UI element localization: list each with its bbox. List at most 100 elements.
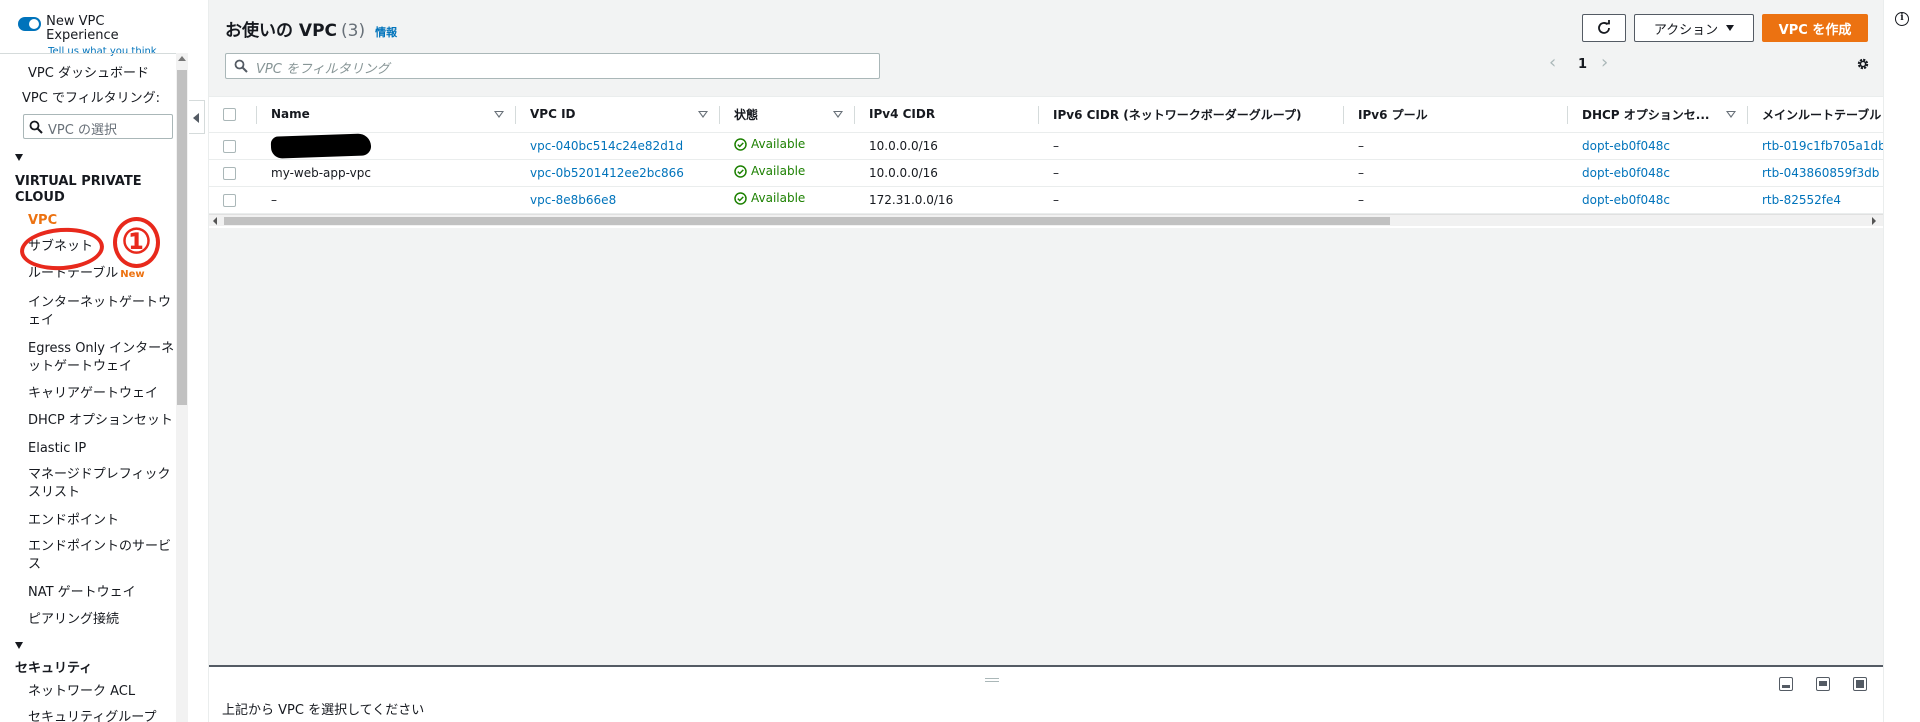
sidebar-item-endpoint-services[interactable]: エンドポイントのサービス [28, 538, 176, 574]
vpc-name-cell [257, 132, 516, 160]
table-header-row: Name VPC ID 状態 IPv4 CIDR IPv6 CIDR (ネットワ… [209, 97, 1884, 133]
filter-placeholder: VPC をフィルタリング [256, 62, 390, 77]
vpc-count: (3) [341, 21, 366, 41]
sidebar-item-managed-prefix-lists[interactable]: マネージドプレフィックスリスト [28, 466, 176, 502]
scroll-up-arrow-icon[interactable] [178, 56, 186, 61]
actions-label: アクション [1653, 22, 1719, 38]
collapse-caret-icon[interactable] [15, 642, 23, 649]
dhcp-options-link[interactable]: dopt-eb0f048c [1568, 186, 1748, 214]
sidebar-divider [0, 53, 176, 54]
column-header-vpc-id[interactable]: VPC ID [516, 97, 720, 133]
dhcp-options-link[interactable]: dopt-eb0f048c [1568, 132, 1748, 160]
column-header-ipv6-pool[interactable]: IPv6 プール [1344, 97, 1568, 133]
column-header-dhcp-options[interactable]: DHCP オプションセ... [1568, 97, 1748, 133]
scroll-right-arrow-icon[interactable] [1872, 217, 1876, 225]
panel-split-icon[interactable] [1816, 677, 1830, 691]
info-icon[interactable]: i [1895, 12, 1909, 26]
search-icon [234, 59, 248, 73]
ipv6-pool-cell: – [1344, 159, 1568, 187]
column-header-main-route-table[interactable]: メインルートテーブル [1748, 97, 1884, 133]
sidebar-scrollbar-thumb[interactable] [177, 70, 187, 405]
next-page-icon[interactable]: › [1601, 52, 1608, 73]
panel-full-icon[interactable] [1853, 677, 1867, 691]
annotation-number: ① [113, 217, 160, 268]
sort-icon[interactable] [698, 111, 708, 118]
search-icon [29, 120, 43, 134]
row-checkbox[interactable] [223, 166, 236, 180]
vpc-name-cell: my-web-app-vpc [257, 159, 516, 187]
sidebar-item-network-acls[interactable]: ネットワーク ACL [28, 683, 176, 701]
right-rail [1883, 0, 1920, 722]
sidebar-item-nat-gateways[interactable]: NAT ゲートウェイ [28, 584, 176, 602]
section-virtual-private-cloud: VIRTUAL PRIVATE CLOUD [15, 174, 142, 205]
row-checkbox[interactable] [223, 193, 236, 207]
section-security: セキュリティ [15, 661, 93, 676]
sidebar-item-dashboard[interactable]: VPC ダッシュボード [28, 65, 176, 83]
tell-us-link[interactable]: Tell us what you think [48, 45, 176, 59]
vpc-select[interactable]: VPC の選択 [23, 114, 173, 139]
table-row[interactable]: vpc-040bc514c24e82d1d Available 10.0.0.0… [209, 132, 1884, 160]
refresh-icon [1598, 20, 1610, 34]
sort-icon[interactable] [833, 111, 843, 118]
sort-icon[interactable] [494, 111, 504, 118]
vpc-table: Name VPC ID 状態 IPv4 CIDR IPv6 CIDR (ネットワ… [209, 96, 1884, 228]
sidebar-item-peering-connections[interactable]: ピアリング接続 [28, 611, 176, 629]
sidebar-item-carrier-gateways[interactable]: キャリアゲートウェイ [28, 385, 176, 403]
vpc-id-link[interactable]: vpc-0b5201412ee2bc866 [516, 159, 720, 187]
ipv6-pool-cell: – [1344, 132, 1568, 160]
select-all-header [209, 97, 257, 133]
scroll-left-arrow-icon[interactable] [213, 217, 217, 225]
actions-dropdown[interactable]: アクション [1634, 14, 1754, 42]
sort-icon[interactable] [1726, 111, 1736, 118]
vpc-filter-input[interactable]: VPC をフィルタリング [225, 53, 880, 79]
main-content: お使いの VPC (3) 情報 アクション VPC を作成 VPC をフィルタリング… [208, 0, 1884, 722]
table-scrollbar-thumb[interactable] [224, 217, 1390, 225]
ipv4-cidr-cell: 172.31.0.0/16 [855, 186, 1039, 214]
state-cell: Available [720, 132, 855, 160]
select-all-checkbox[interactable] [223, 108, 236, 122]
sidebar-item-internet-gateways[interactable]: インターネットゲートウェイ [28, 294, 176, 330]
table-row[interactable]: – vpc-8e8b66e8 Available 172.31.0.0/16 –… [209, 186, 1884, 214]
settings-gear-icon[interactable] [1856, 57, 1870, 75]
ipv6-cidr-cell: – [1039, 186, 1344, 214]
sidebar-item-endpoints[interactable]: エンドポイント [28, 512, 176, 530]
sidebar-item-elastic-ip[interactable]: Elastic IP [28, 440, 176, 458]
resize-handle[interactable] [985, 678, 999, 682]
sidebar-item-egress-only-igw[interactable]: Egress Only インターネットゲートウェイ [28, 340, 176, 376]
sidebar-item-security-groups[interactable]: セキュリティグループ [28, 709, 176, 722]
panel-bottom-icon[interactable] [1779, 677, 1793, 691]
vpc-id-link[interactable]: vpc-040bc514c24e82d1d [516, 132, 720, 160]
collapse-sidebar-button[interactable] [189, 100, 205, 134]
state-cell: Available [720, 186, 855, 214]
state-cell: Available [720, 159, 855, 187]
filter-by-vpc-label: VPC でフィルタリング: [22, 91, 161, 106]
column-header-state[interactable]: 状態 [720, 97, 855, 133]
info-link[interactable]: 情報 [375, 26, 397, 39]
route-table-link[interactable]: rtb-019c1fb705a1db [1748, 132, 1884, 160]
column-header-ipv6-cidr[interactable]: IPv6 CIDR (ネットワークボーダーグループ) [1039, 97, 1344, 133]
vpc-select-placeholder: VPC の選択 [48, 123, 117, 138]
caret-down-icon [1726, 25, 1735, 31]
details-panel: 上記から VPC を選択してください [209, 665, 1884, 722]
route-table-link[interactable]: rtb-043860859f3db [1748, 159, 1884, 187]
column-header-ipv4-cidr[interactable]: IPv4 CIDR [855, 97, 1039, 133]
dhcp-options-link[interactable]: dopt-eb0f048c [1568, 159, 1748, 187]
collapse-caret-icon[interactable] [15, 154, 23, 161]
create-vpc-button[interactable]: VPC を作成 [1762, 14, 1868, 42]
sidebar-item-dhcp-option-sets[interactable]: DHCP オプションセット [28, 412, 176, 430]
new-vpc-experience-toggle[interactable] [18, 17, 42, 31]
ipv6-cidr-cell: – [1039, 159, 1344, 187]
vpc-name-cell: – [257, 186, 516, 214]
row-checkbox[interactable] [223, 139, 236, 153]
page-number[interactable]: 1 [1578, 57, 1587, 72]
vpc-id-link[interactable]: vpc-8e8b66e8 [516, 186, 720, 214]
select-vpc-message: 上記から VPC を選択してください [222, 703, 425, 718]
route-table-link[interactable]: rtb-82552fe4 [1748, 186, 1884, 214]
table-horizontal-scrollbar[interactable] [209, 214, 1884, 226]
previous-page-icon[interactable]: ‹ [1549, 52, 1556, 73]
check-circle-icon [734, 192, 747, 205]
column-header-name[interactable]: Name [257, 97, 516, 133]
page-title: お使いの VPC (3) 情報 [225, 16, 397, 41]
table-row[interactable]: my-web-app-vpc vpc-0b5201412ee2bc866 Ava… [209, 159, 1884, 187]
refresh-button[interactable] [1582, 14, 1626, 42]
